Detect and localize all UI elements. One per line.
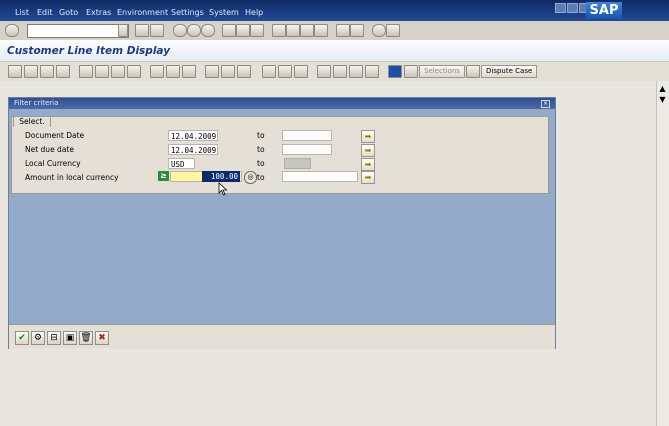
sap-logo: SAP	[586, 2, 622, 19]
shortcut-icon[interactable]	[350, 24, 364, 37]
multiple-selection-icon[interactable]: ➡	[361, 171, 375, 184]
last-item-icon[interactable]	[56, 65, 70, 78]
local-currency-from[interactable]: USD	[168, 158, 195, 169]
layout-icon[interactable]	[262, 65, 276, 78]
menu-goto[interactable]: Goto	[59, 8, 78, 17]
selections-icon[interactable]	[404, 65, 418, 78]
multiple-selection-icon[interactable]: ➡	[361, 144, 375, 157]
dialog-title: Filter criteria	[14, 99, 59, 107]
menu-help[interactable]: Help	[245, 8, 263, 17]
save-icon[interactable]	[118, 24, 128, 37]
save-icon[interactable]: ▣	[63, 331, 77, 345]
document-icon[interactable]	[166, 65, 180, 78]
greater-equal-icon[interactable]: ≥	[158, 171, 169, 181]
prev-page-icon[interactable]	[286, 24, 300, 37]
filter-icon[interactable]	[205, 65, 219, 78]
dialog-title-bar: Filter criteria ×	[9, 98, 555, 109]
trash-icon[interactable]: 🗑	[79, 331, 93, 345]
tab-select[interactable]: Select.	[13, 116, 51, 127]
local-currency-to-label: to	[257, 159, 265, 168]
multiple-selection-icon[interactable]: ➡	[361, 158, 375, 171]
amount-to-label: to	[257, 173, 265, 182]
dispute-case-icon[interactable]	[466, 65, 480, 78]
save-layout-icon[interactable]	[294, 65, 308, 78]
dispute-case-button[interactable]: Dispute Case	[481, 65, 538, 78]
details-icon[interactable]	[111, 65, 125, 78]
next-item-icon[interactable]	[40, 65, 54, 78]
dialog-footer-toolbar: ✔ ⚙ ⊟ ▣ 🗑 ✖	[9, 324, 555, 349]
menu-environment[interactable]: Environment	[117, 8, 168, 17]
word-processing-icon[interactable]	[349, 65, 363, 78]
value-help-icon[interactable]: ◎	[244, 171, 257, 184]
copy-icon[interactable]	[182, 65, 196, 78]
exit-icon[interactable]	[187, 24, 201, 37]
first-item-icon[interactable]	[8, 65, 22, 78]
change-icon[interactable]	[95, 65, 109, 78]
back-icon[interactable]	[173, 24, 187, 37]
display-icon[interactable]	[79, 65, 93, 78]
document-date-to-label: to	[257, 131, 265, 140]
multiple-selection-icon[interactable]: ➡	[361, 130, 375, 143]
find-icon[interactable]	[236, 24, 250, 37]
amount-to[interactable]	[282, 171, 358, 182]
sort-icon[interactable]	[221, 65, 235, 78]
filter-criteria-dialog: Filter criteria × Select. Document Date …	[8, 97, 556, 349]
help-icon[interactable]	[372, 24, 386, 37]
net-due-date-to[interactable]	[282, 144, 332, 155]
select-tab-panel: Select. Document Date 12.04.2009 to ➡ Ne…	[11, 116, 549, 194]
sum-icon[interactable]	[237, 65, 251, 78]
vertical-scrollbar[interactable]	[656, 81, 669, 426]
menu-bar: List Edit Goto Extras Environment Settin…	[0, 0, 669, 21]
document-date-to[interactable]	[282, 130, 332, 141]
local-currency-label: Local Currency	[25, 159, 81, 168]
scroll-down-icon[interactable]: ▼	[658, 95, 667, 104]
menu-settings[interactable]: Settings	[171, 8, 204, 17]
net-due-date-label: Net due date	[25, 145, 74, 154]
menu-edit[interactable]: Edit	[37, 8, 53, 17]
minimize-icon[interactable]	[555, 3, 566, 13]
menu-list[interactable]: List	[15, 8, 29, 17]
document-date-label: Document Date	[25, 131, 85, 140]
find-next-icon[interactable]	[250, 24, 264, 37]
amount-from-value[interactable]: 100.00	[202, 171, 240, 182]
delete-row-icon[interactable]: ⊟	[47, 331, 61, 345]
command-field[interactable]	[27, 24, 129, 38]
new-session-icon[interactable]	[336, 24, 350, 37]
first-page-icon[interactable]	[272, 24, 286, 37]
spreadsheet-icon[interactable]	[333, 65, 347, 78]
menu-system[interactable]: System	[209, 8, 239, 17]
info-icon[interactable]	[388, 65, 402, 78]
prev-item-icon[interactable]	[24, 65, 38, 78]
print-icon[interactable]	[222, 24, 236, 37]
cancel-icon[interactable]: ✖	[95, 331, 109, 345]
scroll-up-icon[interactable]: ▲	[658, 84, 667, 93]
save-doc-icon[interactable]	[150, 24, 164, 37]
mouse-cursor-icon	[218, 182, 228, 196]
define-icon[interactable]: ⚙	[31, 331, 45, 345]
last-page-icon[interactable]	[314, 24, 328, 37]
page-title: Customer Line Item Display	[7, 45, 171, 57]
net-due-date-from[interactable]: 12.04.2009	[168, 144, 218, 155]
menu-extras[interactable]: Extras	[86, 8, 111, 17]
net-due-date-to-label: to	[257, 145, 265, 154]
grid-icon[interactable]	[127, 65, 141, 78]
amount-local-currency-label: Amount in local currency	[25, 173, 119, 182]
enter-icon[interactable]	[5, 24, 19, 37]
selections-button[interactable]: Selections	[419, 65, 465, 78]
local-file-icon[interactable]	[365, 65, 379, 78]
choose-layout-icon[interactable]	[278, 65, 292, 78]
export-icon[interactable]	[317, 65, 331, 78]
check-icon[interactable]: ✔	[15, 331, 29, 345]
maximize-icon[interactable]	[567, 3, 578, 13]
dialog-close-icon[interactable]: ×	[541, 100, 550, 108]
next-page-icon[interactable]	[300, 24, 314, 37]
cancel-icon[interactable]	[201, 24, 215, 37]
mass-change-icon[interactable]	[150, 65, 164, 78]
layout-menu-icon[interactable]	[386, 24, 400, 37]
document-date-from[interactable]: 12.04.2009	[168, 130, 218, 141]
back-nav-icon[interactable]	[135, 24, 149, 37]
local-currency-to	[284, 158, 311, 169]
